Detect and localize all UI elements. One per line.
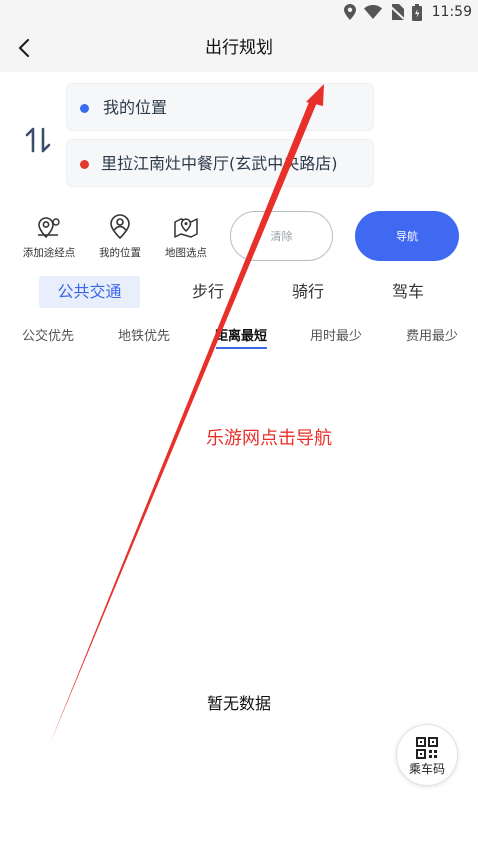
- location-icon: [343, 4, 356, 20]
- map-pick-icon: [174, 218, 198, 238]
- ride-code-button[interactable]: 乘车码: [396, 724, 458, 786]
- add-waypoint-label: 添加途经点: [22, 247, 76, 259]
- tab-walk[interactable]: 步行: [176, 276, 240, 308]
- clear-button[interactable]: 清除: [230, 211, 333, 261]
- my-location-icon: [110, 214, 130, 240]
- battery-icon: [411, 3, 422, 21]
- status-icons: 11:59: [343, 2, 472, 22]
- clock-time: 11:59: [431, 4, 472, 20]
- my-location-label: 我的位置: [99, 247, 141, 259]
- map-pick-label: 地图选点: [165, 247, 207, 259]
- my-location-button[interactable]: 我的位置: [89, 213, 151, 260]
- tab-drive[interactable]: 驾车: [376, 276, 440, 308]
- empty-state-text: 暂无数据: [206, 694, 271, 713]
- header: 出行规划: [0, 24, 478, 72]
- subtab-least-cost[interactable]: 费用最少: [399, 326, 465, 350]
- subtab-bus-first[interactable]: 公交优先: [16, 326, 80, 350]
- navigate-button[interactable]: 导航: [355, 211, 459, 261]
- page-title: 出行规划: [205, 38, 273, 58]
- annotation-text: 乐游网点击导航: [206, 428, 332, 449]
- end-location-field[interactable]: 里拉江南灶中餐厅(玄武中央路店): [66, 139, 374, 187]
- add-waypoint-icon: [38, 217, 60, 239]
- add-waypoint-button[interactable]: 添加途经点: [18, 213, 80, 260]
- end-dot-icon: [80, 160, 89, 169]
- tab-public-transport[interactable]: 公共交通: [39, 276, 140, 308]
- wifi-icon: [363, 5, 382, 19]
- map-pick-button[interactable]: 地图选点: [155, 213, 217, 260]
- qr-code-icon: [416, 737, 438, 759]
- tab-ride[interactable]: 骑行: [276, 276, 340, 308]
- swap-icon: [25, 127, 51, 153]
- subtab-least-time[interactable]: 用时最少: [303, 326, 369, 350]
- start-location-text: 我的位置: [103, 98, 168, 117]
- start-dot-icon: [80, 104, 89, 113]
- swap-locations-button[interactable]: [22, 124, 54, 156]
- ride-code-label: 乘车码: [408, 762, 445, 776]
- status-bar: 11:59: [0, 0, 478, 24]
- no-sim-icon: [389, 4, 404, 20]
- subtab-subway-first[interactable]: 地铁优先: [111, 326, 177, 350]
- end-location-text: 里拉江南灶中餐厅(玄武中央路店): [101, 154, 338, 173]
- subtab-active-indicator: [216, 347, 267, 349]
- start-location-field[interactable]: 我的位置: [66, 83, 374, 131]
